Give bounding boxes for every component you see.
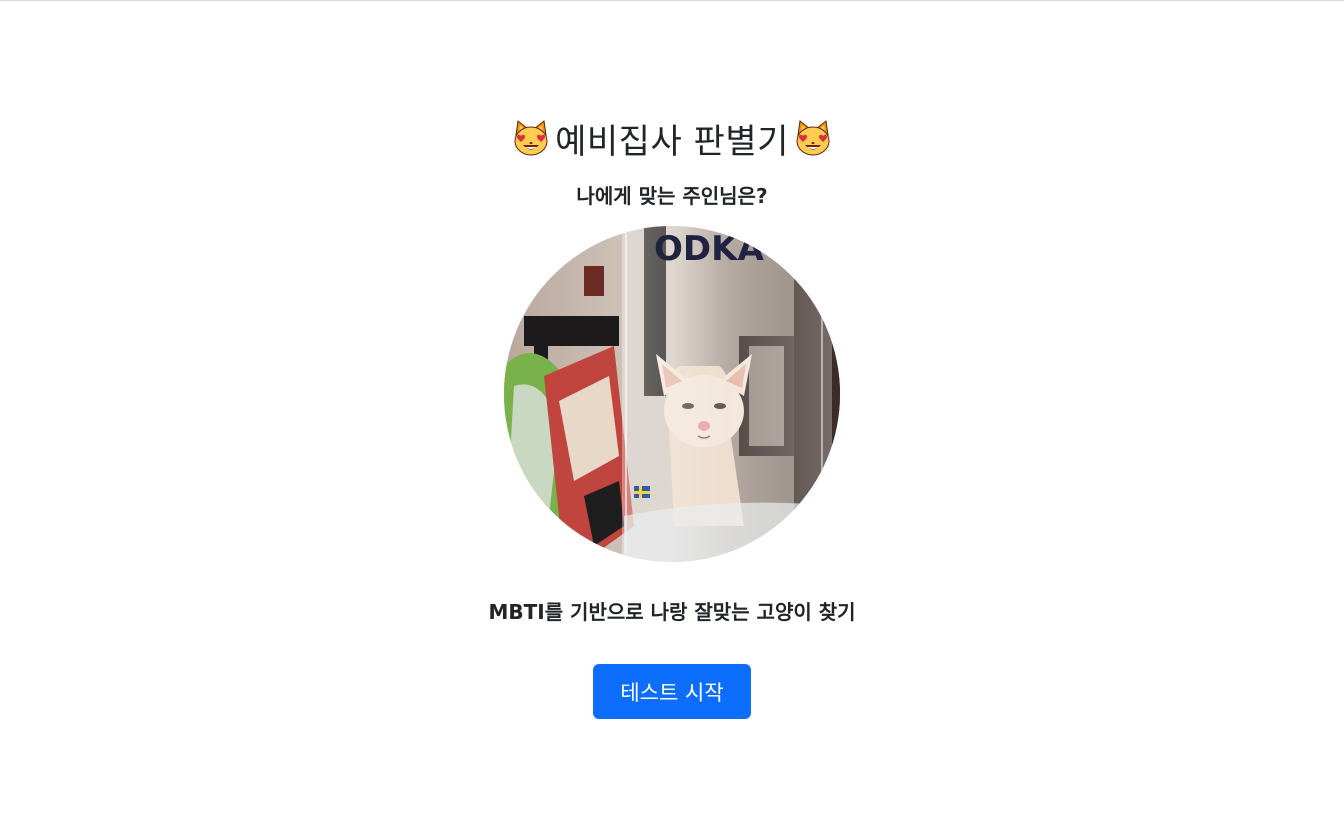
cat-behind-glass-photo: ODKA	[504, 226, 840, 562]
smiling-cat-heart-eyes-icon	[796, 120, 830, 156]
page-subtitle: 나에게 맞는 주인님은?	[576, 184, 768, 208]
landing-page: 예비집사 판별기 나에게 맞는 주인님은? ODKA MBTI를 기반으로 나랑…	[0, 0, 1344, 839]
page-title: 예비집사 판별기	[511, 114, 833, 162]
svg-text:ODKA: ODKA	[654, 229, 764, 269]
test-description: MBTI를 기반으로 나랑 잘맞는 고양이 찾기	[488, 600, 856, 624]
title-text: 예비집사 판별기	[555, 121, 789, 162]
start-test-button[interactable]: 테스트 시작	[593, 664, 751, 719]
smiling-cat-heart-eyes-icon	[514, 120, 548, 156]
